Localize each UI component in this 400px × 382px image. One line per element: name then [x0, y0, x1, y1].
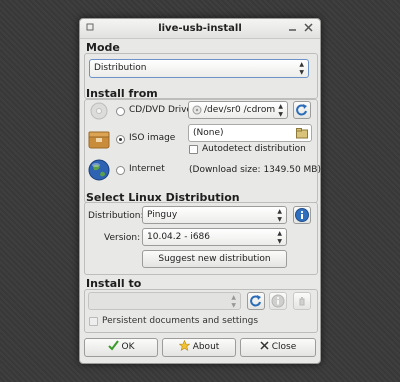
distribution-label: Distribution: [88, 211, 144, 221]
iso-file-field[interactable]: (None) [188, 124, 312, 142]
version-value: 10.04.2 - i686 [147, 232, 210, 242]
version-select[interactable]: 10.04.2 - i686 ▲ ▼ [142, 228, 287, 246]
distribution-info-button[interactable] [293, 206, 311, 224]
select-arrows-icon: ▲ ▼ [299, 61, 304, 76]
internet-label: Internet [129, 164, 165, 174]
close-button[interactable]: Close [240, 338, 316, 357]
open-folder-icon[interactable] [296, 128, 308, 139]
cd-device-value: /dev/sr0 /cdrom [204, 105, 276, 115]
persistent-label: Persistent documents and settings [102, 316, 259, 326]
ok-button[interactable]: OK [84, 338, 158, 357]
iso-file-value: (None) [193, 128, 224, 138]
cd-drive-icon [89, 101, 109, 121]
main-window: live-usb-install Mode Distribution ▲ ▼ In… [79, 18, 321, 364]
window-title: live-usb-install [158, 23, 242, 34]
target-device-select[interactable]: ▲ ▼ [88, 292, 241, 310]
refresh-icon [296, 104, 307, 116]
info-icon [271, 294, 285, 308]
select-arrows-icon: ▲ ▼ [277, 208, 282, 223]
select-arrows-icon: ▲ ▼ [278, 103, 283, 118]
disc-small-icon [192, 105, 202, 115]
checkmark-icon [107, 340, 119, 351]
close-button-label: Close [271, 342, 297, 352]
persistent-checkbox[interactable] [89, 317, 98, 326]
suggest-distribution-button[interactable]: Suggest new distribution [142, 250, 287, 268]
autodetect-checkbox[interactable] [189, 145, 198, 154]
distribution-select[interactable]: Pinguy ▲ ▼ [142, 206, 287, 224]
select-arrows-icon: ▲ ▼ [277, 230, 282, 245]
minimize-button[interactable] [287, 23, 298, 34]
close-window-button[interactable] [303, 23, 314, 34]
internet-radio[interactable] [116, 166, 125, 175]
autodetect-label: Autodetect distribution [202, 144, 306, 154]
download-size-text: (Download size: 1349.50 MB) [189, 165, 321, 175]
about-button-label: About [192, 342, 220, 352]
globe-icon [88, 159, 110, 181]
refresh-devices-button[interactable] [247, 292, 265, 310]
eject-device-button[interactable] [293, 292, 311, 310]
cd-drive-label: CD/DVD Drive [129, 105, 192, 115]
iso-image-radio[interactable] [116, 135, 125, 144]
info-icon [295, 208, 309, 222]
select-arrows-icon: ▲ ▼ [231, 294, 236, 309]
cd-device-select[interactable]: /dev/sr0 /cdrom ▲ ▼ [188, 101, 288, 119]
star-icon [178, 339, 190, 351]
device-info-button[interactable] [269, 292, 287, 310]
version-label: Version: [104, 233, 141, 243]
mode-select[interactable]: Distribution ▲ ▼ [89, 59, 309, 78]
ok-button-label: OK [121, 342, 135, 352]
refresh-icon [250, 295, 261, 307]
title-bar: live-usb-install [80, 19, 320, 39]
about-button[interactable]: About [162, 338, 236, 357]
iso-image-label: ISO image [129, 133, 176, 143]
distribution-value: Pinguy [147, 210, 178, 220]
refresh-cd-button[interactable] [293, 101, 311, 119]
cd-drive-radio[interactable] [116, 107, 125, 116]
close-icon [260, 341, 269, 350]
usb-drive-icon [299, 297, 305, 306]
iso-box-icon [88, 129, 110, 149]
mode-select-value: Distribution [94, 63, 147, 73]
